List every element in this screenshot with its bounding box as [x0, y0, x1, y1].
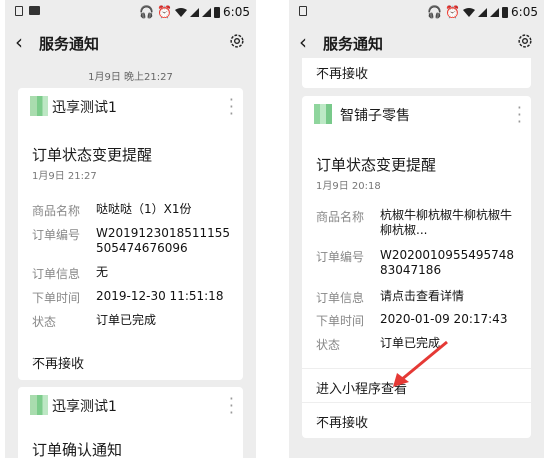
sender-avatar — [30, 96, 48, 116]
card-title: 订单状态变更提醒 — [316, 156, 437, 174]
nav-bar: ‹ 服务通知 — [5, 26, 256, 58]
headphones-icon: 🎧 — [427, 5, 443, 19]
chevron-right-icon: › — [316, 63, 322, 78]
sender-avatar — [314, 104, 332, 124]
card-date: 1月9日 21:27 — [32, 171, 97, 182]
sender-name: 迅享测试1 — [52, 399, 117, 415]
status-time: 6:05 — [511, 5, 538, 19]
card-title: 订单确认通知 — [32, 441, 123, 458]
page-title: 服务通知 — [323, 35, 384, 53]
unsubscribe-row[interactable]: 不再接收 › — [302, 402, 531, 437]
more-options-icon[interactable]: · · · — [517, 100, 522, 130]
chevron-right-icon: › — [32, 353, 38, 368]
sender-avatar — [30, 395, 48, 415]
unsubscribe-row[interactable]: 不再接收 › — [18, 344, 243, 378]
notification-card[interactable]: 迅享测试1 · · · 订单状态变更提醒 1月9日 21:27 商品名称 哒哒哒（1）… — [18, 88, 243, 380]
sim-icon — [299, 6, 307, 16]
settings-gear-icon[interactable] — [228, 32, 246, 50]
card-title: 订单状态变更提醒 — [32, 146, 153, 164]
signal-icon-2 — [202, 7, 212, 17]
sender-name: 智铺子零售 — [340, 108, 410, 124]
sender-name: 迅享测试1 — [52, 100, 117, 116]
settings-gear-icon[interactable] — [516, 32, 534, 50]
unsubscribe-row[interactable]: 不再接收 › — [302, 58, 531, 92]
alarm-icon: ⏰ — [157, 5, 173, 19]
more-options-icon[interactable]: · · · — [229, 92, 234, 122]
chevron-right-icon: › — [316, 412, 322, 427]
status-bar: 🎧 ⏰ 6:05 — [289, 0, 544, 26]
annotation-arrow-icon — [393, 340, 448, 387]
message-timestamp: 1月9日 晚上21:27 — [88, 72, 173, 83]
left-phone-screen: 🎧 ⏰ 6:05 ‹ 服务通知 1月9日 晚上21:27 迅享测试1 · · · 订… — [5, 0, 256, 458]
back-arrow-icon[interactable]: ‹ — [299, 32, 307, 52]
wifi-icon — [175, 7, 188, 17]
battery-icon — [502, 6, 509, 18]
wifi-icon — [463, 7, 476, 17]
headphones-icon: 🎧 — [139, 5, 155, 19]
more-options-icon[interactable]: · · · — [229, 391, 234, 421]
battery-icon — [214, 6, 221, 18]
nav-bar: ‹ 服务通知 — [289, 26, 544, 58]
sim-icon — [15, 6, 23, 16]
signal-icon — [478, 7, 488, 17]
alarm-icon: ⏰ — [445, 5, 461, 19]
page-title: 服务通知 — [39, 35, 100, 53]
notification-card-2[interactable]: 迅享测试1 · · · 订单确认通知 — [18, 387, 243, 458]
image-notification-icon — [29, 6, 40, 15]
card-date: 1月9日 20:18 — [316, 181, 381, 192]
back-arrow-icon[interactable]: ‹ — [15, 32, 23, 52]
signal-icon — [190, 7, 200, 17]
signal-icon-2 — [490, 7, 500, 17]
status-bar: 🎧 ⏰ 6:05 — [5, 0, 256, 26]
previous-card-footer[interactable]: 不再接收 › — [302, 58, 531, 88]
status-time: 6:05 — [223, 5, 250, 19]
